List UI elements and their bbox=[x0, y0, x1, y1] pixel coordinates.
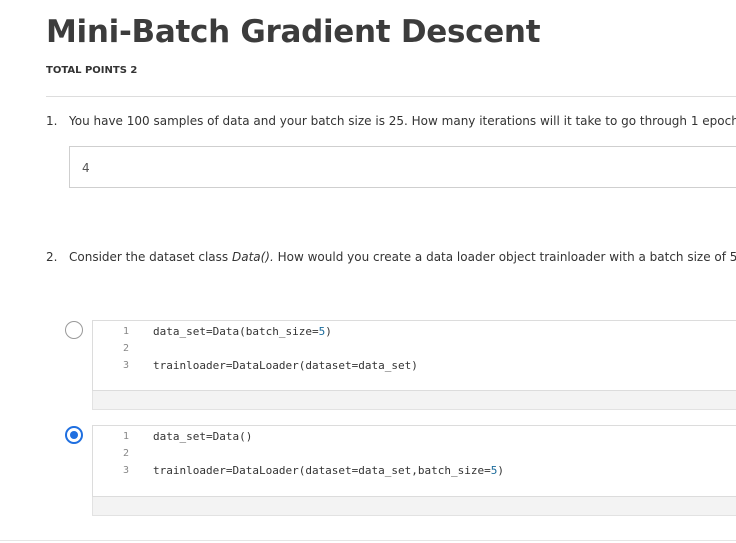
code-line: data_set=Data(batch_size=5) bbox=[153, 325, 332, 338]
line-number: 1 bbox=[122, 326, 129, 337]
question-2-text: Consider the dataset class Data(). How w… bbox=[69, 250, 736, 264]
line-gutter: 1 2 3 bbox=[93, 321, 141, 390]
header-divider bbox=[46, 96, 736, 97]
code-line: trainloader=DataLoader(dataset=data_set) bbox=[153, 359, 418, 372]
page-title: Mini-Batch Gradient Descent bbox=[46, 14, 541, 50]
option-a-code-footer bbox=[92, 391, 736, 410]
option-b-code-block[interactable]: 1 2 3 data_set=Data() trainloader=DataLo… bbox=[92, 425, 736, 497]
question-1-answer-value: 4 bbox=[82, 161, 90, 175]
option-b-code-footer bbox=[92, 497, 736, 516]
question-1-answer-field[interactable]: 4 bbox=[69, 146, 736, 188]
line-number: 2 bbox=[122, 448, 129, 459]
line-number: 3 bbox=[122, 360, 129, 371]
question-2-text-italic: Data(). bbox=[231, 250, 274, 264]
total-points-label: TOTAL POINTS 2 bbox=[46, 65, 138, 76]
bottom-divider bbox=[0, 540, 736, 541]
question-2-text-after: How would you create a data loader objec… bbox=[273, 250, 736, 264]
option-b-radio[interactable] bbox=[65, 426, 83, 444]
radio-selected-dot bbox=[70, 431, 78, 439]
question-2-text-before: Consider the dataset class bbox=[69, 250, 232, 264]
question-1-number: 1. bbox=[46, 114, 58, 128]
option-a-code-block[interactable]: 1 2 3 data_set=Data(batch_size=5) trainl… bbox=[92, 320, 736, 391]
option-a-radio[interactable] bbox=[65, 321, 83, 339]
code-line: trainloader=DataLoader(dataset=data_set,… bbox=[153, 464, 505, 477]
question-2-number: 2. bbox=[46, 250, 58, 264]
code-line: data_set=Data() bbox=[153, 430, 253, 443]
question-1-text: You have 100 samples of data and your ba… bbox=[69, 114, 736, 128]
line-gutter: 1 2 3 bbox=[93, 426, 141, 496]
line-number: 3 bbox=[122, 465, 129, 476]
line-number: 1 bbox=[122, 431, 129, 442]
line-number: 2 bbox=[122, 343, 129, 354]
